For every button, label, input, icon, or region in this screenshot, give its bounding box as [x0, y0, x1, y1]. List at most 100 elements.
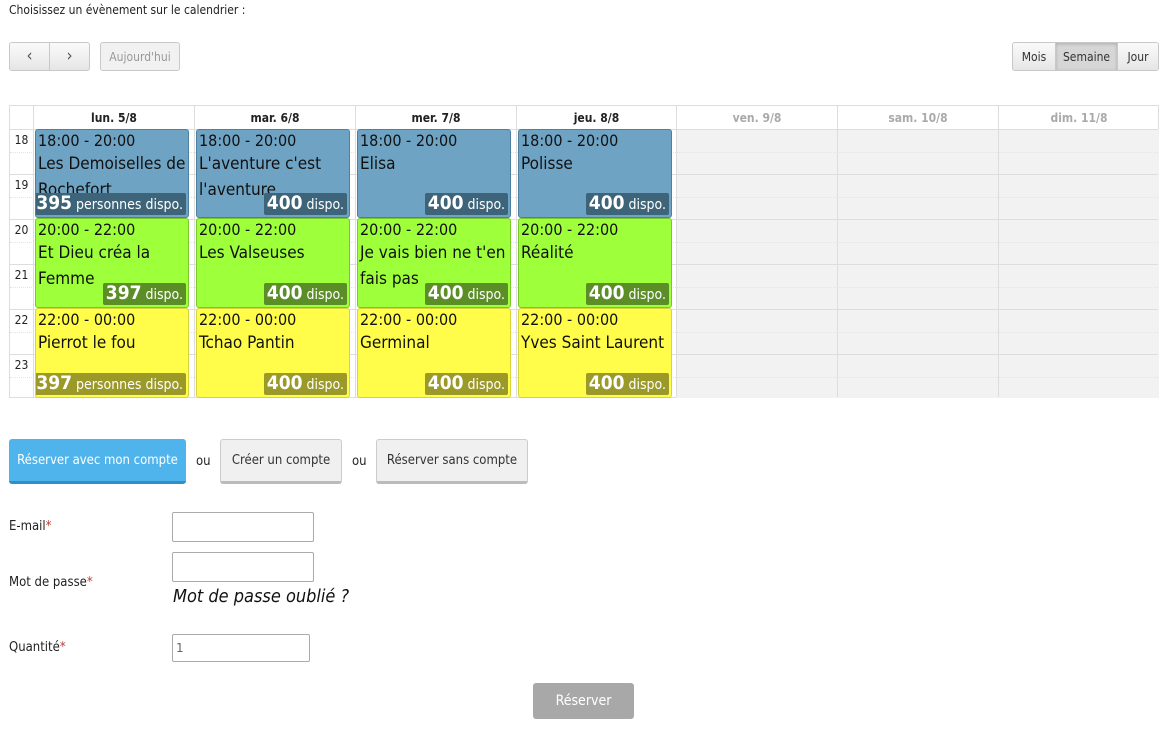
- email-label: E-mail*: [9, 519, 52, 534]
- availability-badge: 400 dispo.: [424, 192, 508, 215]
- availability-badge: 400 dispo.: [263, 192, 347, 215]
- availability-suffix: dispo.: [145, 287, 183, 303]
- availability-count: 400: [427, 372, 464, 394]
- event-title: Polisse: [521, 154, 573, 174]
- availability-suffix: dispo.: [628, 197, 666, 213]
- event-title: Yves Saint Laurent: [521, 333, 665, 353]
- event-title: Tchao Pantin: [199, 333, 295, 353]
- availability-suffix: dispo.: [628, 287, 666, 303]
- event-card[interactable]: 18:00 - 20:00 L'aventure c'est l'aventur…: [196, 129, 350, 218]
- event-time: 20:00 - 22:00: [199, 220, 297, 239]
- prev-button[interactable]: ‹: [9, 42, 50, 71]
- event-title: Elisa: [360, 154, 396, 174]
- grid-line: [837, 106, 838, 397]
- create-account-button[interactable]: Créer un compte: [220, 439, 342, 484]
- availability-suffix: dispo.: [467, 197, 505, 213]
- availability-badge: 395 personnes dispo.: [36, 192, 186, 215]
- chevron-left-icon: ‹: [26, 46, 33, 66]
- availability-badge: 400 dispo.: [424, 372, 508, 395]
- grid-line: [676, 106, 677, 397]
- password-label: Mot de passe*: [9, 575, 93, 590]
- event-card[interactable]: 22:00 - 00:00 Pierrot le fou 397 personn…: [35, 308, 189, 398]
- quantity-field[interactable]: [172, 634, 310, 662]
- week-calendar: lun. 5/8 mar. 6/8 mer. 7/8 jeu. 8/8 ven.…: [9, 105, 1159, 398]
- event-card[interactable]: 20:00 - 22:00 Je vais bien ne t'en fais …: [357, 218, 511, 308]
- hour-label: 22: [14, 313, 29, 327]
- quantity-label-text: Quantité: [9, 640, 60, 655]
- event-title: Germinal: [360, 333, 430, 353]
- book-without-account-button[interactable]: Réserver sans compte: [376, 439, 528, 484]
- availability-suffix: personnes dispo.: [76, 197, 183, 213]
- availability-badge: 400 dispo.: [263, 372, 347, 395]
- or-separator: ou: [196, 454, 211, 469]
- password-label-text: Mot de passe: [9, 575, 87, 590]
- view-day-button[interactable]: Jour: [1117, 42, 1159, 71]
- availability-count: 400: [588, 192, 625, 214]
- availability-count: 400: [427, 192, 464, 214]
- event-time: 20:00 - 22:00: [521, 220, 619, 239]
- event-time: 20:00 - 22:00: [38, 220, 136, 239]
- event-card[interactable]: 22:00 - 00:00 Yves Saint Laurent 400 dis…: [518, 308, 672, 398]
- availability-count: 395: [36, 192, 72, 214]
- availability-suffix: dispo.: [628, 377, 666, 393]
- hour-label: 23: [14, 358, 29, 372]
- availability-badge: 400 dispo.: [424, 282, 508, 305]
- grid-line: [516, 106, 517, 397]
- event-time: 18:00 - 20:00: [360, 131, 458, 150]
- event-time: 22:00 - 00:00: [38, 310, 136, 329]
- today-button[interactable]: Aujourd'hui: [100, 42, 180, 71]
- hour-label: 20: [14, 223, 29, 237]
- event-title: Pierrot le fou: [38, 333, 136, 353]
- view-month-button[interactable]: Mois: [1012, 42, 1056, 71]
- event-time: 22:00 - 00:00: [521, 310, 619, 329]
- availability-suffix: dispo.: [306, 197, 344, 213]
- availability-count: 397: [36, 372, 72, 394]
- availability-badge: 397 personnes dispo.: [36, 372, 186, 395]
- availability-count: 400: [588, 282, 625, 304]
- submit-button[interactable]: Réserver: [533, 683, 634, 719]
- hour-label: 21: [14, 268, 29, 282]
- event-time: 22:00 - 00:00: [360, 310, 458, 329]
- required-asterisk: *: [86, 575, 93, 590]
- book-with-account-button[interactable]: Réserver avec mon compte: [9, 439, 186, 484]
- day-header: dim. 11/8: [998, 106, 1159, 129]
- day-header: jeu. 8/8: [516, 106, 676, 129]
- event-card[interactable]: 18:00 - 20:00 Polisse 400 dispo.: [518, 129, 672, 218]
- chevron-right-icon: ›: [66, 46, 73, 66]
- availability-suffix: dispo.: [306, 377, 344, 393]
- availability-suffix: dispo.: [467, 377, 505, 393]
- event-card[interactable]: 22:00 - 00:00 Tchao Pantin 400 dispo.: [196, 308, 350, 398]
- day-header: ven. 9/8: [676, 106, 837, 129]
- availability-count: 400: [266, 192, 303, 214]
- event-card[interactable]: 20:00 - 22:00 Les Valseuses 400 dispo.: [196, 218, 350, 308]
- availability-count: 400: [427, 282, 464, 304]
- view-week-button[interactable]: Semaine: [1055, 42, 1118, 71]
- availability-suffix: dispo.: [306, 287, 344, 303]
- day-header: mer. 7/8: [355, 106, 516, 129]
- event-title: Les Valseuses: [199, 243, 305, 263]
- availability-badge: 400 dispo.: [585, 192, 669, 215]
- event-time: 20:00 - 22:00: [360, 220, 458, 239]
- availability-badge: 400 dispo.: [585, 373, 669, 395]
- event-time: 22:00 - 00:00: [199, 310, 297, 329]
- event-card[interactable]: 18:00 - 20:00 Elisa 400 dispo.: [357, 129, 511, 218]
- email-field[interactable]: [172, 512, 314, 542]
- event-card[interactable]: 20:00 - 22:00 Réalité 400 dispo.: [518, 218, 672, 308]
- day-header: lun. 5/8: [33, 106, 194, 129]
- event-card[interactable]: 22:00 - 00:00 Germinal 400 dispo.: [357, 308, 511, 398]
- next-button[interactable]: ›: [49, 42, 90, 71]
- event-time: 18:00 - 20:00: [199, 131, 297, 150]
- required-asterisk: *: [45, 519, 52, 534]
- event-title: Réalité: [521, 243, 574, 263]
- or-separator: ou: [352, 454, 367, 469]
- event-card[interactable]: 20:00 - 22:00 Et Dieu créa la Femme 397 …: [35, 218, 189, 308]
- event-time: 18:00 - 20:00: [38, 131, 136, 150]
- availability-suffix: dispo.: [467, 287, 505, 303]
- event-card[interactable]: 18:00 - 20:00 Les Demoiselles de Rochefo…: [35, 129, 189, 218]
- availability-count: 400: [266, 372, 303, 394]
- forgot-password-link[interactable]: Mot de passe oublié ?: [173, 586, 349, 607]
- day-header: mar. 6/8: [194, 106, 355, 129]
- quantity-label: Quantité*: [9, 640, 66, 655]
- password-field[interactable]: [172, 552, 314, 582]
- availability-badge: 400 dispo.: [585, 282, 669, 305]
